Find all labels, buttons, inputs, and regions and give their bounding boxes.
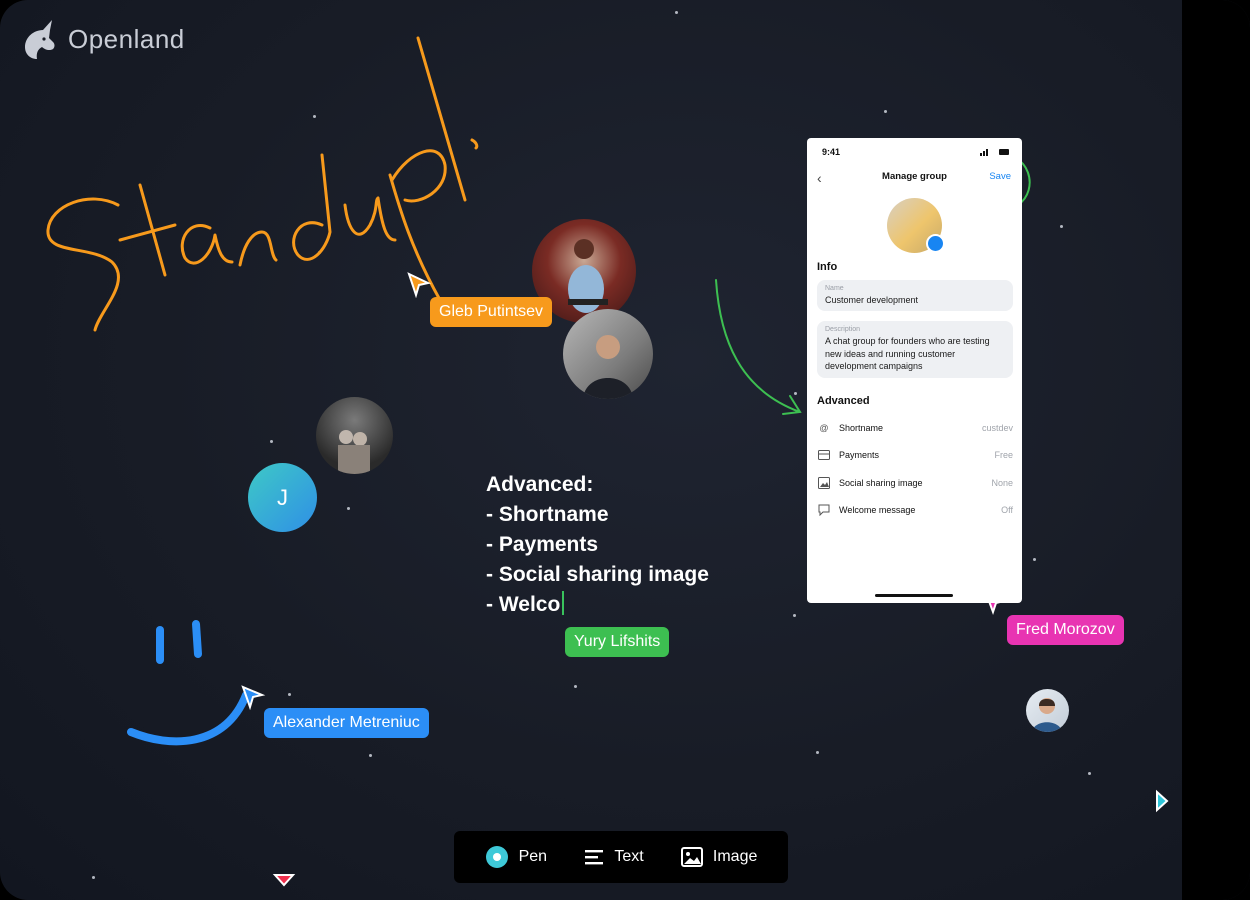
cursor-blue <box>241 685 266 710</box>
text-icon <box>585 850 604 865</box>
setting-row-payments[interactable]: Payments Free <box>817 445 1013 465</box>
image-icon <box>817 476 831 490</box>
text-label: Text <box>614 848 644 865</box>
participant-avatar[interactable] <box>316 397 393 474</box>
note-line: - Shortname <box>486 503 609 526</box>
setting-row-welcome[interactable]: Welcome message Off <box>817 500 1013 520</box>
initial-avatar[interactable]: J <box>248 463 317 532</box>
app-frame: Openland J Gleb Putintsev Fred Morozov A… <box>0 0 1250 900</box>
name-value: Customer development <box>825 295 919 305</box>
pen-tool-button[interactable]: Pen <box>485 845 547 869</box>
at-icon: @ <box>819 423 829 433</box>
image-tool-button[interactable]: Image <box>680 847 758 867</box>
phone-screenshot[interactable]: 9:41 ‹ Manage group Save Info Name Custo… <box>807 138 1022 603</box>
card-icon <box>817 448 831 462</box>
chat-icon <box>817 503 831 517</box>
status-time: 9:41 <box>822 147 841 157</box>
participant-avatar[interactable] <box>563 309 653 399</box>
camera-icon[interactable] <box>926 234 945 253</box>
call-controls-rail <box>1182 0 1250 900</box>
cursor-label-fred: Fred Morozov <box>1007 615 1124 645</box>
name-label: Name <box>825 285 844 292</box>
cursor-label-yury: Yury Lifshits <box>565 627 670 657</box>
setting-row-social-image[interactable]: Social sharing image None <box>817 473 1013 493</box>
cursor-orange <box>407 272 432 298</box>
green-arrow-drawing <box>715 279 802 415</box>
drawing-toolbar: Pen Text Image <box>454 831 788 883</box>
description-label: Description <box>825 326 861 333</box>
offscreen-indicator-red[interactable] <box>272 872 296 888</box>
note-line: - Payments <box>486 533 599 556</box>
person-photo <box>1032 698 1062 732</box>
smiley-drawing <box>127 620 250 746</box>
offscreen-indicator-teal[interactable] <box>1154 789 1170 813</box>
save-button[interactable]: Save <box>989 171 1011 182</box>
note-line: - Social sharing image <box>486 563 709 586</box>
text-tool-button[interactable]: Text <box>584 848 644 866</box>
cursor-label-gleb: Gleb Putintsev <box>430 297 553 327</box>
note-line: - Welco <box>486 593 561 616</box>
whiteboard-canvas[interactable]: Openland J Gleb Putintsev Fred Morozov A… <box>0 0 1182 900</box>
advanced-header: Advanced <box>817 395 870 407</box>
person-photo <box>338 430 370 474</box>
setting-row-shortname[interactable]: @ Shortname custdev <box>817 418 1013 438</box>
info-header: Info <box>817 261 838 273</box>
note-line: Advanced: <box>486 473 594 496</box>
description-field[interactable]: Description A chat group for founders wh… <box>817 321 1013 378</box>
home-indicator <box>875 594 953 597</box>
person-photo <box>583 335 633 399</box>
image-label: Image <box>712 848 758 865</box>
signal-icon <box>980 149 1009 156</box>
pen-label: Pen <box>518 848 548 865</box>
pen-icon <box>485 846 508 868</box>
name-field[interactable]: Name Customer development <box>817 280 1013 311</box>
text-caret <box>562 591 565 615</box>
image-icon <box>680 847 703 867</box>
cursor-label-alexander: Alexander Metreniuc <box>264 708 429 738</box>
description-value: A chat group for founders who are testin… <box>825 336 990 371</box>
participant-avatar[interactable] <box>1026 689 1069 732</box>
typed-note[interactable]: Advanced: - Shortname - Payments - Socia… <box>486 470 709 620</box>
